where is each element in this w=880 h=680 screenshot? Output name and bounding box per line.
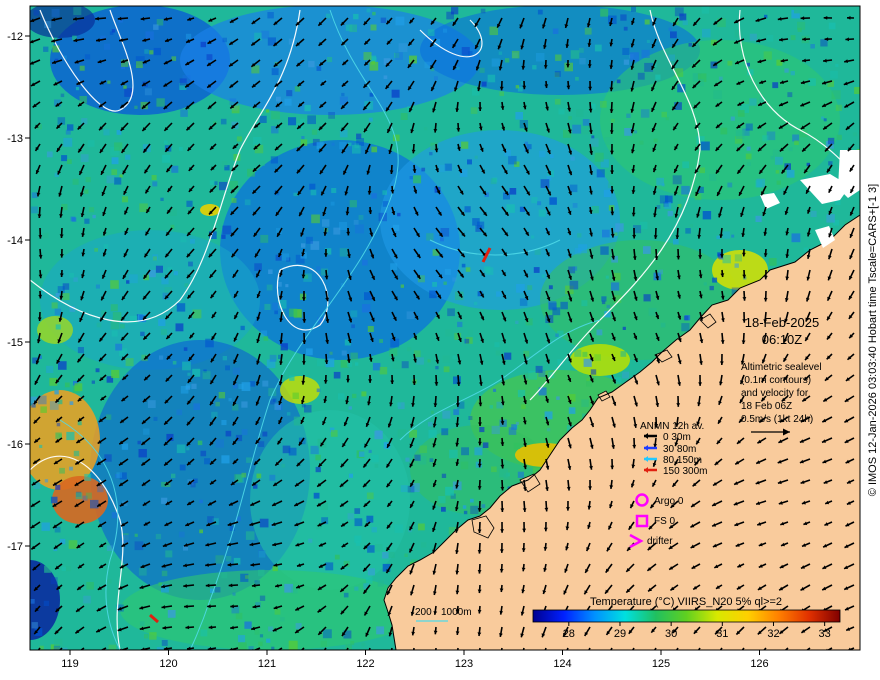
anmn-legend-label: 30 80m [663,444,696,455]
sst-map: 119 120 121 122 123 124 125 126 -12 -13 -14 -15 -16… [7,5,879,670]
velocity-arrowhead [273,650,277,654]
bathymetry-label-200: 200 [415,607,432,618]
velocity-arrowhead [477,655,481,659]
timestamp-time: 06:10Z [762,332,803,347]
velocity-arrowhead [694,653,698,657]
altimetry-line: and velocity for [741,388,809,399]
velocity-arrowhead [296,652,300,656]
velocity-arrowhead [412,651,416,655]
velocity-arrowhead [34,652,38,656]
x-tick-label: 126 [750,658,768,670]
velocity-arrowhead [75,651,79,655]
velocity-arrowhead [630,650,634,654]
y-axis: -12 -13 -14 -15 -16 -17 [7,31,30,553]
velocity-arrowhead [456,654,460,658]
velocity-arrowhead [780,651,784,655]
anmn-legend-label: 0 30m [663,432,691,443]
argo-label: Argo 0 [654,496,684,507]
x-tick-label: 121 [258,658,276,670]
velocity-arrowhead [367,653,371,657]
colorbar-title: Temperature (°C) VIIRS_N20 5% ql>=2 [590,596,782,608]
velocity-arrowhead [434,653,438,657]
credit-text: © IMOS 12-Jan-2026 03:03:40 Hobart time … [867,184,879,496]
fs-label: FS 0 [654,516,676,527]
altimetry-line: 18 Feb 06Z [741,401,792,412]
x-tick-label: 119 [61,658,79,670]
velocity-arrowhead [673,652,677,656]
colorbar-tick-label: 32 [767,628,779,640]
velocity-arrowhead [520,655,524,659]
y-tick-label: -12 [7,31,23,43]
velocity-arrowhead [608,651,611,655]
x-tick-label: 124 [553,658,571,670]
velocity-arrow [457,647,459,650]
velocity-arrowhead [499,655,503,659]
anmn-legend-label: 150 300m [663,466,707,477]
anmn-legend-label: 80 150m [663,455,702,466]
velocity-arrowhead [586,652,590,656]
velocity-arrowhead [343,653,347,657]
x-tick-label: 122 [356,658,374,670]
velocity-arrowhead [542,654,546,658]
colorbar-tick-label: 30 [665,628,677,640]
colorbar-tick-label: 33 [819,628,831,640]
velocity-arrowhead [564,653,568,657]
timestamp-date: 18-Feb-2025 [745,315,819,330]
velocity-arrowhead [716,653,720,657]
colorbar-bar [532,609,841,623]
x-tick-label: 123 [455,658,473,670]
velocity-arrowhead [320,653,324,657]
bathymetry-label-1000: 1000m [441,607,472,618]
x-tick-label: 125 [652,658,670,670]
y-tick-label: -16 [7,439,23,451]
velocity-arrowhead [737,653,741,657]
colorbar-tick-label: 28 [563,628,575,640]
velocity-arrowhead [389,652,393,656]
altimetry-line: (0.1m contours) [741,375,811,386]
y-tick-label: -14 [7,235,23,247]
velocity-arrowhead [54,652,58,656]
y-tick-label: -13 [7,133,23,145]
anmn-legend-title: ANMN 12h av. [640,421,704,432]
y-tick-label: -15 [7,337,23,349]
velocity-arrow [412,647,415,650]
colorbar-tick-label: 29 [614,628,626,640]
velocity-arrow [435,647,437,650]
colorbar-tick-label: 31 [716,628,728,640]
y-tick-label: -17 [7,541,23,553]
drifter-label: drifter [647,536,673,547]
velocity-arrowhead [652,651,656,655]
x-tick-label: 120 [159,658,177,670]
altimetry-line: 0.5m/s (1kt 24h) [741,414,813,425]
altimetry-line: Altimetric sealevel [741,362,822,373]
x-axis: 119 120 121 122 123 124 125 126 [61,650,769,670]
